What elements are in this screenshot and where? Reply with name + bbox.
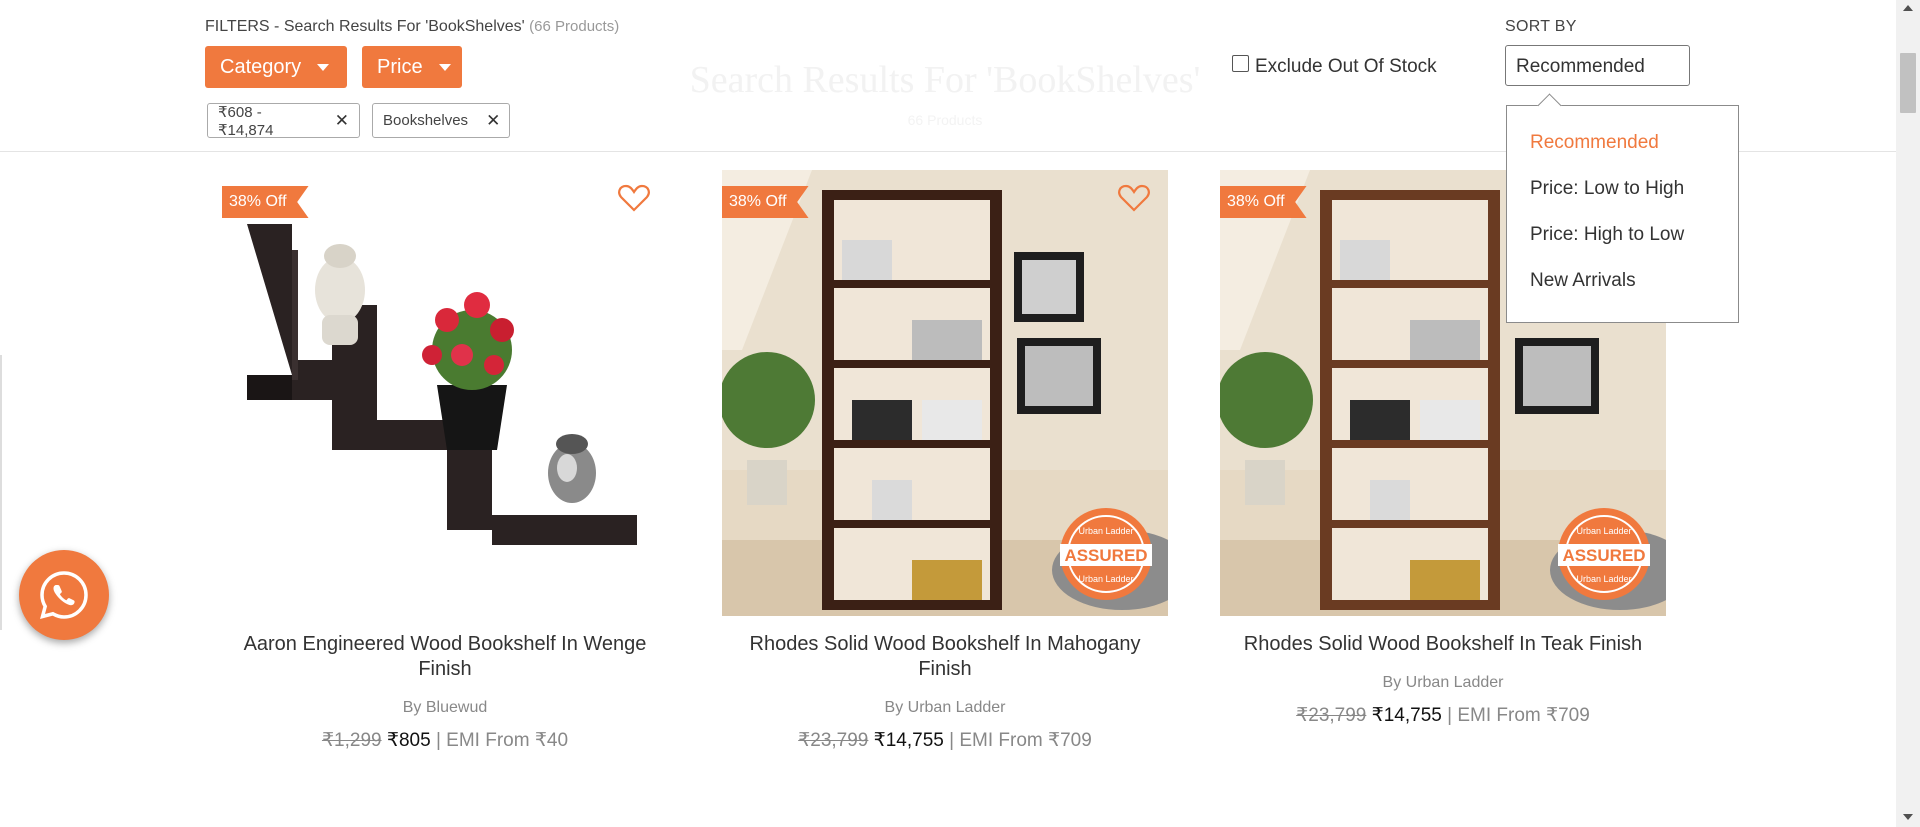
remove-filter-icon[interactable]: ✕ xyxy=(335,111,349,131)
assured-badge-bottom: Urban Ladder xyxy=(1576,574,1631,584)
caret-down-icon xyxy=(438,63,451,71)
assured-badge-bottom: Urban Ladder xyxy=(1078,574,1133,584)
category-dropdown-button[interactable]: Category xyxy=(205,46,347,88)
product-name[interactable]: Aaron Engineered Wood Bookshelf In Wenge… xyxy=(222,632,668,682)
product-price: ₹23,799 ₹14,755 | EMI From ₹709 xyxy=(1220,704,1666,727)
filter-chip-category: Bookshelves ✕ xyxy=(372,103,510,138)
product-count: (66 Products) xyxy=(529,18,620,35)
zigzag-shelf-image xyxy=(222,170,668,616)
product-image[interactable]: 38% Off xyxy=(222,170,668,616)
wishlist-heart-icon[interactable] xyxy=(1118,184,1150,212)
assured-badge-text: ASSURED xyxy=(1562,546,1645,565)
emi-info: | EMI From ₹709 xyxy=(949,730,1092,751)
sort-option-price-high-low[interactable]: Price: High to Low xyxy=(1530,224,1684,246)
sort-select[interactable]: Recommended xyxy=(1505,45,1690,86)
vertical-scrollbar[interactable] xyxy=(1896,0,1920,827)
filter-chip-label: Bookshelves xyxy=(383,112,469,129)
exclude-out-of-stock[interactable]: Exclude Out Of Stock xyxy=(1232,54,1437,78)
product-price: ₹1,299 ₹805 | EMI From ₹40 xyxy=(222,729,668,752)
whatsapp-icon xyxy=(40,571,88,619)
filters-title: FILTERS - Search Results For 'BookShelve… xyxy=(205,18,619,36)
side-panel-edge xyxy=(0,355,2,630)
discount-badge: 38% Off xyxy=(222,186,309,218)
original-price: ₹23,799 xyxy=(1296,705,1367,726)
wishlist-heart-icon[interactable] xyxy=(618,184,650,212)
price-dropdown-label: Price xyxy=(377,55,423,78)
product-brand: By Bluewud xyxy=(402,699,488,716)
filter-chip-price: ₹608 - ₹14,874 ✕ xyxy=(207,103,360,139)
scroll-up-arrow-icon[interactable] xyxy=(1903,5,1913,11)
scroll-down-arrow-icon[interactable] xyxy=(1903,814,1913,820)
sale-price: ₹14,755 xyxy=(873,730,944,751)
assured-badge-icon: ASSURED Urban Ladder Urban Ladder xyxy=(1060,508,1152,600)
discount-badge: 38% Off xyxy=(722,186,809,218)
sort-option-new-arrivals[interactable]: New Arrivals xyxy=(1530,270,1636,292)
sort-option-price-low-high[interactable]: Price: Low to High xyxy=(1530,178,1684,200)
discount-badge: 38% Off xyxy=(1220,186,1307,218)
sale-price: ₹805 xyxy=(386,730,431,751)
filter-chip-label: ₹608 - ₹14,874 xyxy=(218,103,274,139)
whatsapp-chat-button[interactable] xyxy=(19,550,109,640)
category-dropdown-label: Category xyxy=(220,55,302,78)
product-card[interactable]: 38% Off Aaron Engineered Wood Bookshelf … xyxy=(222,170,668,752)
assured-badge-icon: ASSURED Urban Ladder Urban Ladder xyxy=(1558,508,1650,600)
product-price: ₹23,799 ₹14,755 | EMI From ₹709 xyxy=(722,729,1168,752)
sale-price: ₹14,755 xyxy=(1371,705,1442,726)
filters-title-text: FILTERS - Search Results For 'BookShelve… xyxy=(205,18,525,35)
price-dropdown-button[interactable]: Price xyxy=(362,46,462,88)
assured-badge-top: Urban Ladder xyxy=(1078,526,1133,536)
product-image[interactable]: 38% Off ASSURED Urban Ladder Urban Ladde… xyxy=(722,170,1168,616)
product-brand: By Urban Ladder xyxy=(884,699,1006,716)
emi-info: | EMI From ₹709 xyxy=(1447,705,1590,726)
original-price: ₹1,299 xyxy=(321,730,382,751)
emi-info: | EMI From ₹40 xyxy=(435,730,569,751)
exclude-out-of-stock-checkbox[interactable] xyxy=(1232,54,1249,72)
assured-badge-top: Urban Ladder xyxy=(1576,526,1631,536)
remove-filter-icon[interactable]: ✕ xyxy=(486,111,500,131)
product-name[interactable]: Rhodes Solid Wood Bookshelf In Mahogany … xyxy=(722,632,1168,682)
sort-dropdown-menu: Recommended Price: Low to High Price: Hi… xyxy=(1506,105,1739,323)
original-price: ₹23,799 xyxy=(798,730,869,751)
sort-by-label: SORT BY xyxy=(1505,18,1577,35)
exclude-out-of-stock-label: Exclude Out Of Stock xyxy=(1255,56,1437,77)
product-card[interactable]: 38% Off ASSURED Urban Ladder Urban Ladde… xyxy=(722,170,1168,752)
assured-badge-text: ASSURED xyxy=(1064,546,1147,565)
product-brand: By Urban Ladder xyxy=(1382,674,1504,691)
sort-option-recommended[interactable]: Recommended xyxy=(1530,132,1659,154)
product-name[interactable]: Rhodes Solid Wood Bookshelf In Teak Fini… xyxy=(1220,632,1666,657)
caret-down-icon xyxy=(317,63,330,71)
scrollbar-thumb[interactable] xyxy=(1900,53,1916,113)
